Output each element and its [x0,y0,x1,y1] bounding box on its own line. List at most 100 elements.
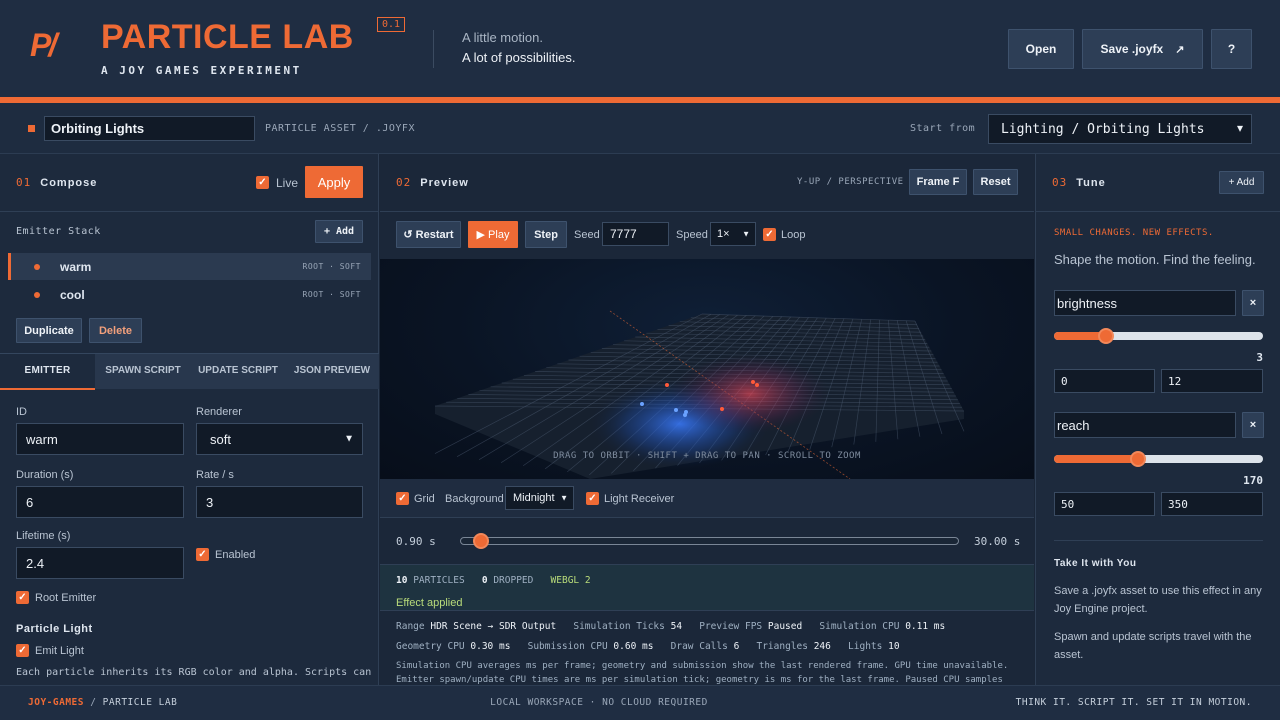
duration-input[interactable]: 6 [16,486,184,518]
rate-label: Rate / s [196,469,234,481]
asset-name-input[interactable]: Orbiting Lights [44,116,255,141]
emitter-row-warm[interactable]: warm ROOT · SOFT [8,253,371,280]
param-name-input[interactable]: reach [1054,412,1236,438]
id-label: ID [16,406,27,418]
background-value: Midnight [513,492,555,504]
enabled-label: Enabled [215,549,256,561]
reset-view-button[interactable]: Reset [973,169,1018,195]
lifetime-label: Lifetime (s) [16,530,71,542]
add-param-button[interactable]: + Add [1219,171,1264,194]
red-light-glow [670,354,830,434]
compose-panel: 01 Compose ✓ Live Apply Emitter Stack + A… [0,154,379,685]
param-min-input[interactable]: 0 [1054,369,1155,393]
save-button[interactable]: Save .joyfx ↗ [1082,29,1203,69]
speed-select[interactable]: 1× ▼ [710,222,756,246]
time-current: 0.90 s [396,535,436,548]
asset-type-label: PARTICLE ASSET / .JOYFX [265,123,415,134]
param-slider-knob[interactable] [1129,451,1146,467]
delete-button[interactable]: Delete [89,318,142,343]
param-max-input[interactable]: 350 [1161,492,1263,516]
frame-button[interactable]: Frame F [909,169,967,195]
divider [0,211,379,212]
param-value: 3 [1256,351,1263,364]
timeline-track[interactable] [460,537,959,545]
viewport-options: ✓ Grid Background Midnight ▼ ✓ Light Rec… [380,479,1034,518]
live-checkbox[interactable]: ✓ [256,176,269,189]
app-header: P/ PARTICLE LAB 0.1 A JOY GAMES EXPERIME… [0,0,1280,97]
duplicate-button[interactable]: Duplicate [16,318,82,343]
root-emitter-checkbox[interactable]: ✓ [16,591,29,604]
particle [640,402,644,406]
loop-checkbox[interactable]: ✓ [763,228,776,241]
tune-title: 03 Tune [1052,176,1106,189]
help-button[interactable]: ? [1211,29,1252,69]
param-value: 170 [1243,474,1263,487]
tune-panel: 03 Tune + Add SMALL CHANGES. NEW EFFECTS.… [1035,154,1280,685]
lifetime-input[interactable]: 2.4 [16,547,184,579]
particles-count: 10 [396,575,408,586]
param-name-input[interactable]: brightness [1054,290,1236,316]
particle-light-note: Each particle inherits its RGB color and… [16,667,372,678]
apply-button[interactable]: Apply [305,166,363,198]
emitter-dot-icon [34,264,40,270]
enabled-checkbox[interactable]: ✓ [196,548,209,561]
renderer-value: soft [210,431,231,447]
grid-checkbox[interactable]: ✓ [396,492,409,505]
dropped-label: DROPPED [493,575,534,586]
particle [755,383,759,387]
renderer-select[interactable]: soft ▼ [196,423,363,455]
remove-param-button[interactable]: × [1242,290,1264,316]
emitter-name: warm [60,260,92,274]
seed-label: Seed [574,229,600,241]
app-footer: JOY-GAMES / PARTICLE LAB LOCAL WORKSPACE… [0,685,1280,720]
param-slider-knob[interactable] [1098,328,1115,344]
param-min-input[interactable]: 50 [1054,492,1155,516]
status-message: Effect applied [396,597,463,609]
id-input[interactable]: warm [16,423,184,455]
divider [380,211,1034,212]
light-receiver-checkbox[interactable]: ✓ [586,492,599,505]
tab-bar: EMITTER SPAWN SCRIPT UPDATE SCRIPT JSON … [0,353,379,390]
speed-value: 1× [717,228,730,240]
take-paragraph-1: Save a .joyfx asset to use this effect i… [1054,585,1262,615]
background-select[interactable]: Midnight ▼ [505,486,574,510]
tab-json-preview[interactable]: JSON PREVIEW [285,354,379,390]
tune-lead: Shape the motion. Find the feeling. [1054,252,1256,267]
open-button[interactable]: Open [1008,29,1074,69]
root-emitter-label: Root Emitter [35,592,97,604]
emitter-tag: ROOT · SOFT [302,262,361,271]
particles-label: PARTICLES [413,575,465,586]
emitter-row-cool[interactable]: cool ROOT · SOFT [8,281,371,308]
stats-note-1: Simulation CPU averages ms per frame; ge… [396,661,1009,671]
tab-update-script[interactable]: UPDATE SCRIPT [191,354,285,390]
step-button[interactable]: Step [525,221,567,248]
seed-input[interactable]: 7777 [602,222,669,246]
add-emitter-button[interactable]: + Add [315,220,363,243]
stats-line-1: Range HDR Scene → SDR Output Simulation … [396,621,946,632]
play-button[interactable]: ▶ Play [468,221,518,248]
preview-viewport[interactable]: DRAG TO ORBIT · SHIFT + DRAG TO PAN · SC… [380,259,1034,479]
rate-input[interactable]: 3 [196,486,363,518]
emitter-tag: ROOT · SOFT [302,290,361,299]
remove-param-button[interactable]: × [1242,412,1264,438]
chevron-down-icon: ▼ [560,493,568,503]
emit-light-checkbox[interactable]: ✓ [16,644,29,657]
start-from-value: Lighting / Orbiting Lights [1001,121,1205,137]
param-slider-fill [1054,455,1138,463]
tab-emitter[interactable]: EMITTER [0,354,95,390]
duration-label: Duration (s) [16,469,74,481]
compose-title: 01 Compose [16,176,98,189]
start-from-select[interactable]: Lighting / Orbiting Lights ▼ [988,114,1252,144]
timeline-knob[interactable] [472,533,489,549]
particle-light-title: Particle Light [16,623,93,635]
param-max-input[interactable]: 12 [1161,369,1263,393]
live-label: Live [276,176,299,190]
chevron-down-icon: ▼ [1236,123,1243,135]
renderer-label: Renderer [196,406,242,418]
tagline-2: A lot of possibilities. [462,50,576,65]
tune-kicker: SMALL CHANGES. NEW EFFECTS. [1054,228,1214,238]
chevron-down-icon: ▼ [742,229,750,239]
restart-button[interactable]: ↺ Restart [396,221,461,248]
asset-square-icon [28,125,35,132]
tab-spawn-script[interactable]: SPAWN SCRIPT [95,354,191,390]
